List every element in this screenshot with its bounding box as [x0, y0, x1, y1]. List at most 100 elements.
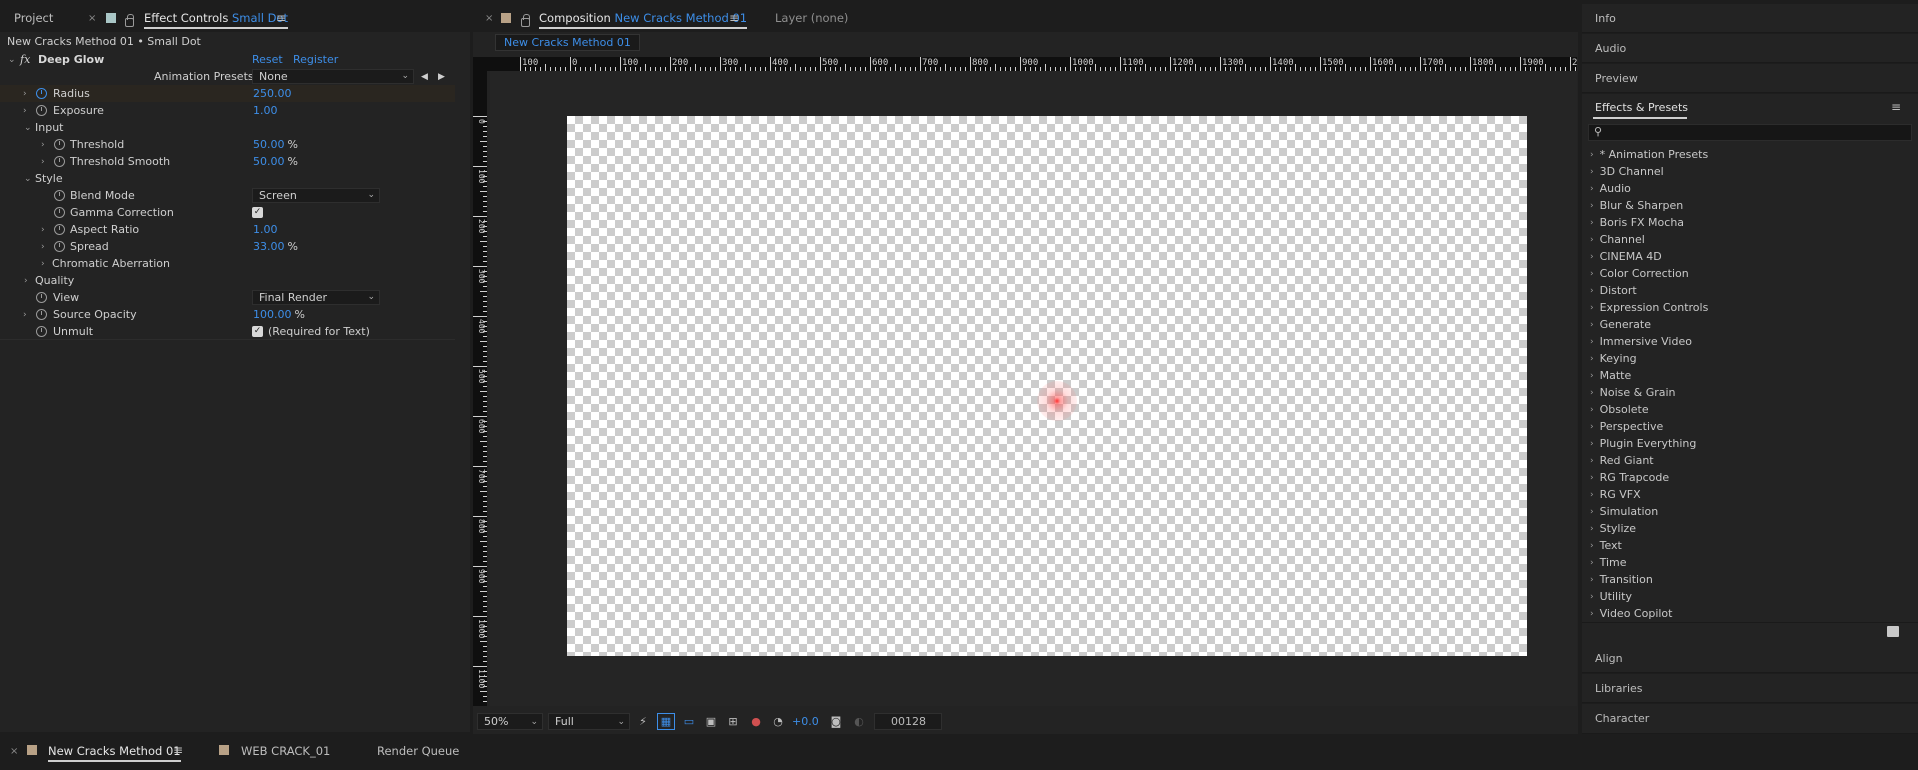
- comp-viewer[interactable]: [490, 71, 1577, 706]
- glow-dot[interactable]: [1037, 381, 1077, 421]
- chevron-right-icon[interactable]: ›: [1590, 439, 1594, 449]
- tab-new-cracks-method-01[interactable]: New Cracks Method 01: [48, 737, 181, 765]
- timecode-field[interactable]: 00128: [874, 713, 942, 730]
- effects-search-input[interactable]: ⚲: [1588, 124, 1912, 141]
- param-source-opacity[interactable]: › Source Opacity 100.00%: [0, 306, 455, 323]
- register-link[interactable]: Register: [293, 53, 338, 66]
- effects-category-item[interactable]: › Time: [1590, 554, 1627, 571]
- mask-visibility-icon[interactable]: ▭: [680, 713, 698, 730]
- chevron-right-icon[interactable]: ›: [1590, 303, 1594, 313]
- stopwatch-icon[interactable]: [54, 156, 65, 167]
- panel-menu-icon[interactable]: ≡: [1891, 100, 1901, 114]
- chevron-right-icon[interactable]: ›: [1590, 575, 1594, 585]
- info-panel-tab[interactable]: Info: [1582, 4, 1918, 33]
- param-radius[interactable]: › Radius 250.00: [0, 85, 455, 102]
- comp-chip[interactable]: New Cracks Method 01: [495, 34, 640, 51]
- chevron-right-icon[interactable]: ›: [1590, 405, 1594, 415]
- tab-web-crack-01[interactable]: WEB CRACK_01: [241, 737, 330, 765]
- color-management-icon[interactable]: ◔: [769, 713, 787, 730]
- param-blend-mode[interactable]: Blend Mode Screen ⌄: [0, 187, 455, 204]
- gamma-correction-checkbox[interactable]: ✓: [252, 207, 263, 218]
- chevron-right-icon[interactable]: ›: [1590, 252, 1594, 262]
- effects-category-item[interactable]: › Color Correction: [1590, 265, 1689, 282]
- effects-category-item[interactable]: › CINEMA 4D: [1590, 248, 1662, 265]
- chevron-right-icon[interactable]: ›: [1590, 609, 1594, 619]
- comp-canvas[interactable]: [567, 116, 1527, 656]
- new-bin-icon[interactable]: [1887, 626, 1899, 637]
- group-input[interactable]: ⌄ Input: [0, 119, 455, 136]
- chevron-right-icon[interactable]: ›: [1590, 269, 1594, 279]
- stopwatch-icon[interactable]: [36, 309, 47, 320]
- threshold-smooth-value[interactable]: 50.00: [253, 155, 285, 168]
- lock-icon[interactable]: [521, 14, 530, 27]
- chevron-right-icon[interactable]: ›: [23, 89, 27, 99]
- preview-panel-tab[interactable]: Preview: [1582, 64, 1918, 93]
- stopwatch-icon[interactable]: [54, 207, 65, 218]
- param-aspect-ratio[interactable]: › Aspect Ratio 1.00: [0, 221, 455, 238]
- fx-icon[interactable]: fx: [20, 53, 30, 66]
- param-exposure[interactable]: › Exposure 1.00: [0, 102, 455, 119]
- stopwatch-icon[interactable]: [36, 292, 47, 303]
- param-gamma-correction[interactable]: Gamma Correction ✓: [0, 204, 455, 221]
- close-icon[interactable]: ×: [10, 746, 18, 757]
- chevron-down-icon[interactable]: ⌄: [24, 123, 32, 133]
- close-icon[interactable]: ×: [485, 13, 493, 24]
- panel-menu-icon[interactable]: ≡: [729, 11, 739, 25]
- blend-mode-dropdown[interactable]: Screen ⌄: [252, 188, 380, 203]
- audio-panel-tab[interactable]: Audio: [1582, 34, 1918, 63]
- param-threshold-smooth[interactable]: › Threshold Smooth 50.00%: [0, 153, 455, 170]
- tab-effect-controls[interactable]: Effect Controls Small Dot: [144, 4, 288, 32]
- chevron-right-icon[interactable]: ›: [1590, 422, 1594, 432]
- threshold-value[interactable]: 50.00: [253, 138, 285, 151]
- grid-guides-icon[interactable]: ⊞: [724, 713, 742, 730]
- effects-category-item[interactable]: › Audio: [1590, 180, 1631, 197]
- tab-render-queue[interactable]: Render Queue: [377, 737, 459, 765]
- effects-category-item[interactable]: › Keying: [1590, 350, 1637, 367]
- chevron-down-icon[interactable]: ⌄: [24, 174, 32, 184]
- resolution-dropdown[interactable]: Full ⌄: [548, 713, 630, 730]
- chevron-right-icon[interactable]: ›: [23, 310, 27, 320]
- effects-category-item[interactable]: › Transition: [1590, 571, 1653, 588]
- zoom-dropdown[interactable]: 50% ⌄: [477, 713, 543, 730]
- camera-icon[interactable]: ◙: [827, 713, 845, 730]
- tab-project[interactable]: Project: [14, 4, 53, 32]
- param-view[interactable]: View Final Render ⌄: [0, 289, 455, 306]
- effects-category-item[interactable]: › Perspective: [1590, 418, 1663, 435]
- spread-value[interactable]: 33.00: [253, 240, 285, 253]
- effects-category-item[interactable]: › * Animation Presets: [1590, 146, 1708, 163]
- stopwatch-icon[interactable]: [54, 241, 65, 252]
- effects-category-item[interactable]: › Text: [1590, 537, 1622, 554]
- param-unmult[interactable]: Unmult ✓ (Required for Text): [0, 323, 455, 340]
- animation-presets-dropdown[interactable]: None ⌄: [252, 69, 414, 84]
- chevron-right-icon[interactable]: ›: [1590, 473, 1594, 483]
- group-quality[interactable]: › Quality: [0, 272, 455, 289]
- chevron-right-icon[interactable]: ›: [1590, 286, 1594, 296]
- chevron-right-icon[interactable]: ›: [41, 157, 45, 167]
- effects-category-item[interactable]: › Expression Controls: [1590, 299, 1708, 316]
- effects-category-item[interactable]: › Obsolete: [1590, 401, 1649, 418]
- effects-category-item[interactable]: › Generate: [1590, 316, 1651, 333]
- region-of-interest-icon[interactable]: ▣: [702, 713, 720, 730]
- stopwatch-icon[interactable]: [54, 139, 65, 150]
- effects-category-item[interactable]: › RG Trapcode: [1590, 469, 1669, 486]
- next-preset-icon[interactable]: ▶: [438, 72, 445, 82]
- stopwatch-icon[interactable]: [36, 105, 47, 116]
- chevron-right-icon[interactable]: ›: [24, 276, 28, 286]
- chevron-right-icon[interactable]: ›: [1590, 371, 1594, 381]
- chevron-right-icon[interactable]: ›: [1590, 320, 1594, 330]
- show-snapshot-icon[interactable]: ◐: [850, 713, 868, 730]
- chevron-right-icon[interactable]: ›: [1590, 201, 1594, 211]
- exposure-value[interactable]: 1.00: [253, 104, 278, 117]
- chevron-right-icon[interactable]: ›: [41, 225, 45, 235]
- param-threshold[interactable]: › Threshold 50.00%: [0, 136, 455, 153]
- effects-category-item[interactable]: › Video Copilot: [1590, 605, 1672, 622]
- chevron-down-icon[interactable]: ⌄: [8, 55, 16, 65]
- chevron-right-icon[interactable]: ›: [23, 106, 27, 116]
- stopwatch-icon[interactable]: [36, 325, 47, 337]
- channels-icon[interactable]: ●: [747, 713, 765, 730]
- chevron-right-icon[interactable]: ›: [1590, 150, 1594, 160]
- chevron-right-icon[interactable]: ›: [1590, 541, 1594, 551]
- effects-category-item[interactable]: › Immersive Video: [1590, 333, 1692, 350]
- chevron-right-icon[interactable]: ›: [1590, 456, 1594, 466]
- chevron-right-icon[interactable]: ›: [1590, 218, 1594, 228]
